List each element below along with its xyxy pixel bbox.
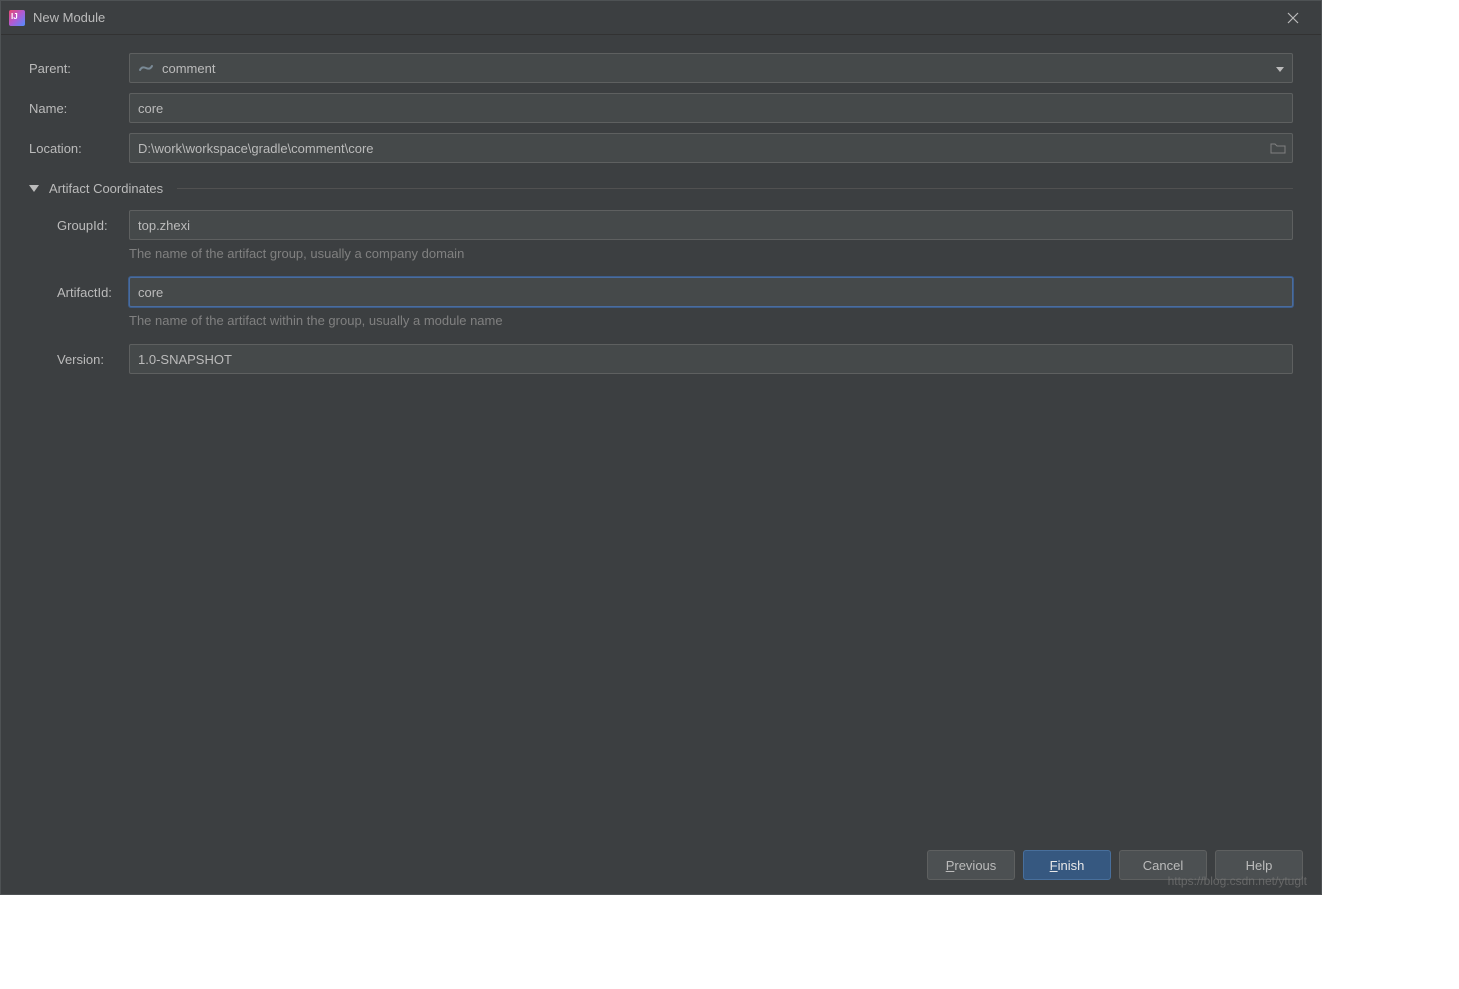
previous-button-label: revious <box>954 858 996 873</box>
watermark-text: https://blog.csdn.net/ytuglt <box>1168 874 1307 888</box>
titlebar: New Module <box>1 1 1321 35</box>
version-input[interactable] <box>129 344 1293 374</box>
intellij-icon <box>9 10 25 26</box>
collapse-arrow-icon <box>29 181 43 196</box>
previous-button[interactable]: Previous <box>927 850 1015 880</box>
folder-icon <box>1270 141 1286 155</box>
section-divider <box>177 188 1293 189</box>
groupid-hint: The name of the artifact group, usually … <box>29 246 1293 261</box>
groupid-label: GroupId: <box>57 218 129 233</box>
browse-button[interactable] <box>1263 133 1293 163</box>
close-button[interactable] <box>1273 2 1313 34</box>
finish-button[interactable]: Finish <box>1023 850 1111 880</box>
name-input[interactable] <box>129 93 1293 123</box>
artifactid-hint: The name of the artifact within the grou… <box>29 313 1293 328</box>
page-background-bottom <box>0 895 1459 989</box>
page-background-right <box>1322 0 1459 989</box>
section-title: Artifact Coordinates <box>49 181 163 196</box>
location-label: Location: <box>29 141 129 156</box>
parent-value: comment <box>162 61 1276 76</box>
parent-dropdown[interactable]: comment <box>129 53 1293 83</box>
name-label: Name: <box>29 101 129 116</box>
finish-button-label: inish <box>1058 858 1085 873</box>
dialog-content: Parent: comment Name: Location: <box>1 35 1321 374</box>
gradle-icon <box>138 62 154 74</box>
close-icon <box>1287 12 1299 24</box>
location-input[interactable] <box>129 133 1293 163</box>
new-module-dialog: New Module Parent: comment Name: <box>0 0 1322 895</box>
artifact-coordinates-header[interactable]: Artifact Coordinates <box>29 181 1293 196</box>
version-label: Version: <box>57 352 129 367</box>
artifactid-label: ArtifactId: <box>57 285 129 300</box>
parent-label: Parent: <box>29 61 129 76</box>
chevron-down-icon <box>1276 61 1284 76</box>
groupid-input[interactable] <box>129 210 1293 240</box>
dialog-title: New Module <box>33 10 105 25</box>
artifactid-input[interactable] <box>129 277 1293 307</box>
